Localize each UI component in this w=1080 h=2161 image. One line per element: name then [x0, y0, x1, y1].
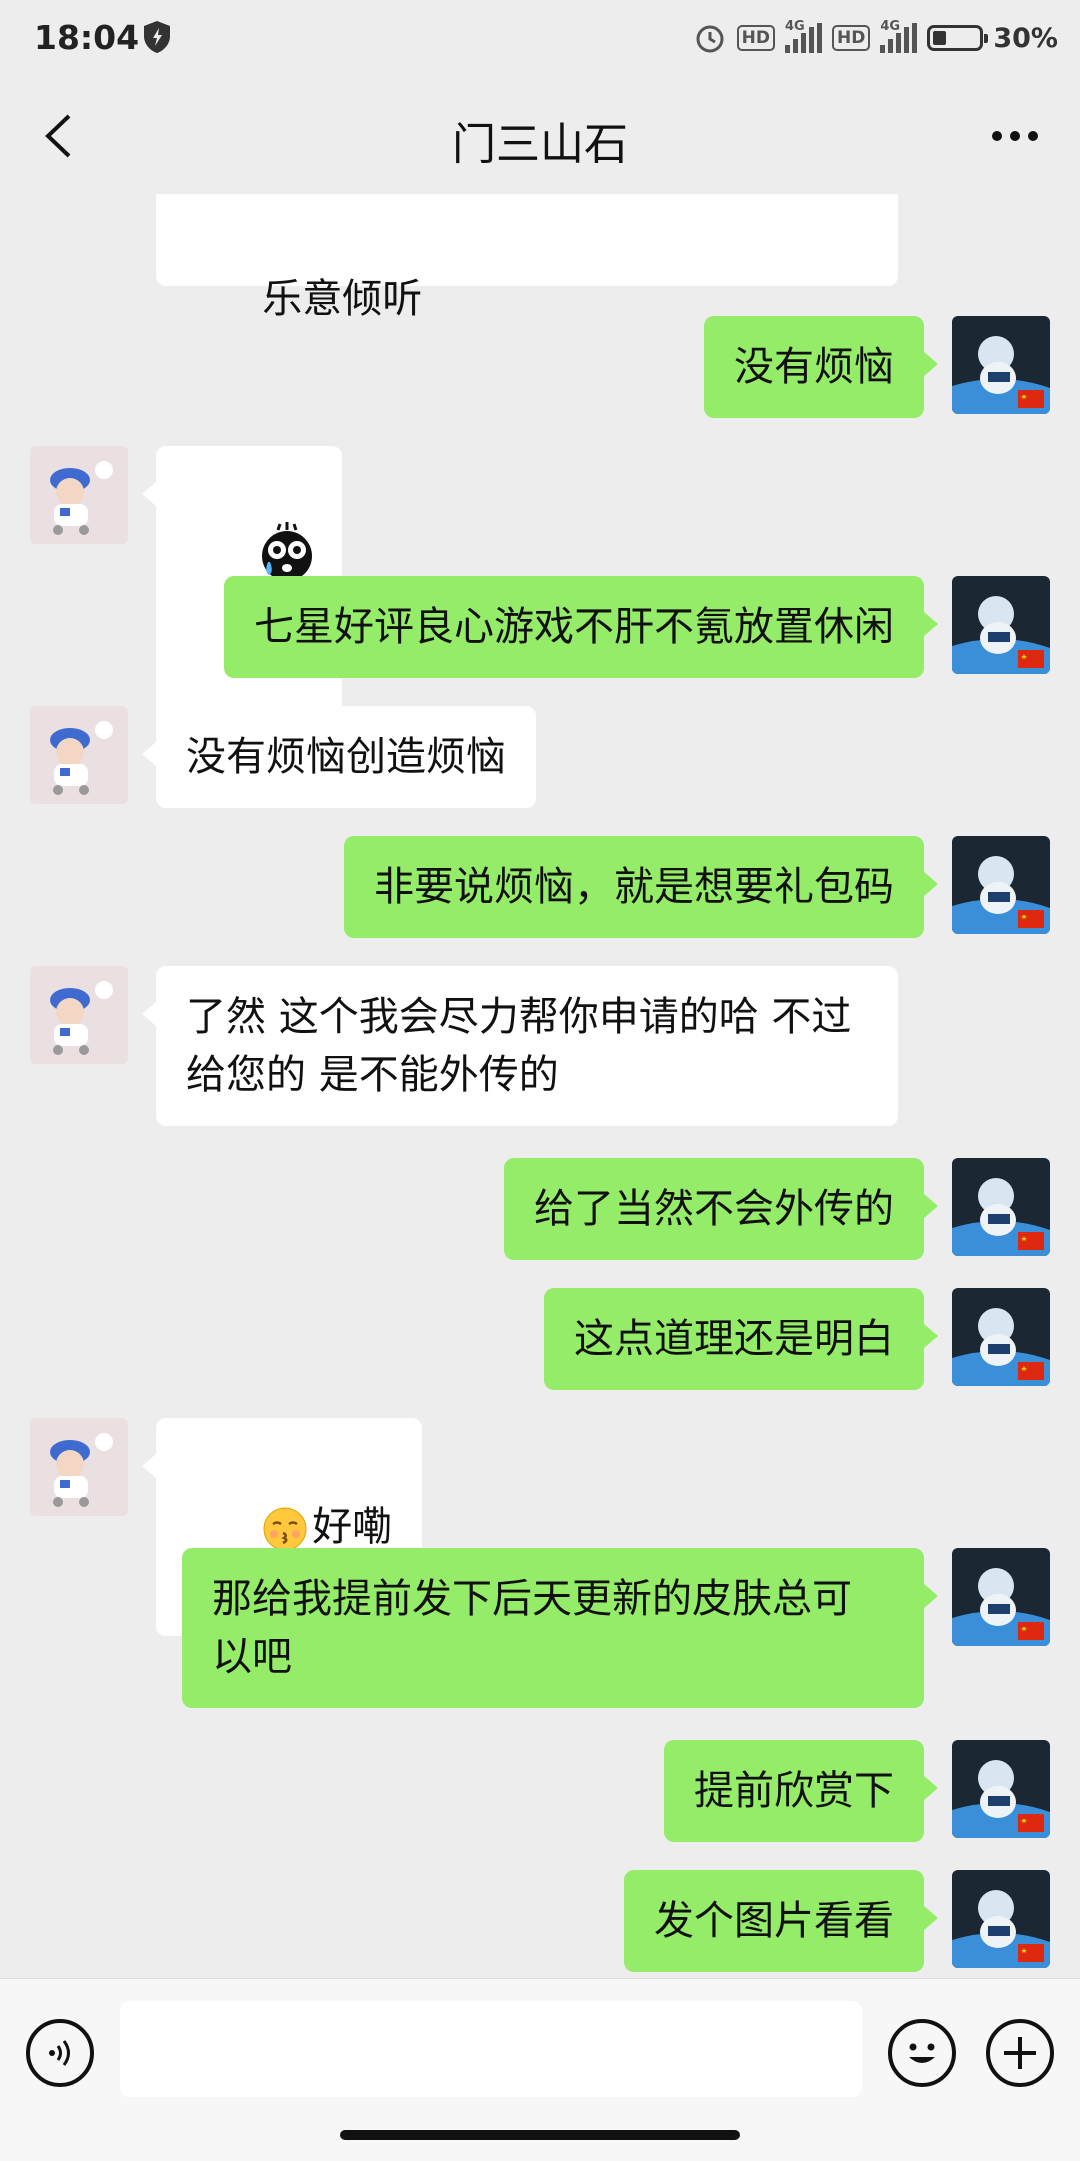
- message-text: 七星好评良心游戏不肝不氪放置休闲: [254, 604, 894, 650]
- message-bubble-outgoing[interactable]: 这点道理还是明白: [544, 1288, 938, 1390]
- emoji-icon: [909, 2043, 935, 2063]
- message-text: 非要说烦恼，就是想要礼包码: [374, 864, 894, 910]
- status-time: 18:04: [34, 18, 140, 57]
- status-bar: 18:04 HD 4G HD 4G 30%: [0, 0, 1080, 78]
- contact-avatar[interactable]: [30, 706, 128, 804]
- message-bubble-outgoing[interactable]: 没有烦恼: [704, 316, 938, 418]
- home-indicator[interactable]: [340, 2130, 740, 2140]
- my-avatar[interactable]: [952, 1288, 1050, 1386]
- chat-header: 门三山石: [0, 78, 1080, 194]
- my-avatar[interactable]: [952, 316, 1050, 414]
- contact-avatar[interactable]: [30, 966, 128, 1064]
- more-button[interactable]: [980, 108, 1050, 164]
- voice-button[interactable]: [26, 2019, 94, 2087]
- emoji-button[interactable]: [888, 2019, 956, 2087]
- shield-icon: [144, 21, 170, 53]
- crying-face-sticker: [262, 522, 313, 581]
- message-text: 那给我提前发下后天更新的皮肤总可 以吧: [212, 1576, 852, 1680]
- contact-avatar[interactable]: [30, 1418, 128, 1516]
- message-text: 没有烦恼创造烦恼: [186, 734, 506, 780]
- my-avatar[interactable]: [952, 836, 1050, 934]
- message-text: 发个图片看看: [654, 1898, 894, 1944]
- my-avatar[interactable]: [952, 1548, 1050, 1646]
- message-bubble-incoming[interactable]: 没有烦恼创造烦恼: [142, 706, 536, 808]
- more-actions-button[interactable]: [986, 2019, 1054, 2087]
- message-bubble-outgoing[interactable]: 七星好评良心游戏不肝不氪放置休闲: [224, 576, 938, 678]
- message-input[interactable]: [120, 2001, 862, 2097]
- kissing-face-emoji: [263, 1507, 307, 1551]
- status-icons: HD 4G HD 4G 30%: [693, 16, 1058, 60]
- message-text: 好嘞: [312, 1504, 393, 1550]
- message-text: 提前欣赏下: [694, 1768, 894, 1814]
- hd-badge: HD: [736, 25, 776, 51]
- message-bubble-outgoing[interactable]: 提前欣赏下: [664, 1740, 938, 1842]
- signal-icon-2: 4G: [880, 19, 918, 53]
- battery-percent: 30%: [993, 22, 1058, 54]
- my-avatar[interactable]: [952, 1740, 1050, 1838]
- battery-icon: [927, 25, 989, 51]
- message-text: 没有烦恼: [734, 344, 894, 390]
- chat-title: 门三山石: [452, 119, 628, 170]
- message-bubble-outgoing[interactable]: 那给我提前发下后天更新的皮肤总可 以吧: [182, 1548, 938, 1708]
- contact-avatar[interactable]: [30, 446, 128, 544]
- message-text: 了然 这个我会尽力帮你申请的哈 不过 给您的 是不能外传的: [186, 994, 852, 1098]
- message-list[interactable]: 乐意倾听 没有烦恼 七星好评良心游戏不肝不氪放置休闲 没有烦恼创造烦恼 非要说烦…: [0, 194, 1080, 1978]
- alarm-icon: [696, 25, 724, 53]
- plus-icon: [1004, 2037, 1036, 2069]
- message-bubble-outgoing[interactable]: 非要说烦恼，就是想要礼包码: [344, 836, 938, 938]
- message-text: 给了当然不会外传的: [534, 1186, 894, 1232]
- message-text: 这点道理还是明白: [574, 1316, 894, 1362]
- my-avatar[interactable]: [952, 1158, 1050, 1256]
- more-dots-icon: [992, 131, 1038, 141]
- message-bubble-outgoing[interactable]: 给了当然不会外传的: [504, 1158, 938, 1260]
- hd-badge-2: HD: [832, 25, 871, 51]
- my-avatar[interactable]: [952, 576, 1050, 674]
- message-bubble-incoming[interactable]: 了然 这个我会尽力帮你申请的哈 不过 给您的 是不能外传的: [142, 966, 898, 1126]
- message-bubble-incoming[interactable]: 乐意倾听: [156, 194, 898, 322]
- signal-icon: 4G: [785, 19, 823, 53]
- message-text: 乐意倾听: [262, 276, 423, 322]
- message-bubble-outgoing[interactable]: 发个图片看看: [624, 1870, 938, 1972]
- my-avatar[interactable]: [952, 1870, 1050, 1968]
- voice-icon: [49, 2040, 70, 2066]
